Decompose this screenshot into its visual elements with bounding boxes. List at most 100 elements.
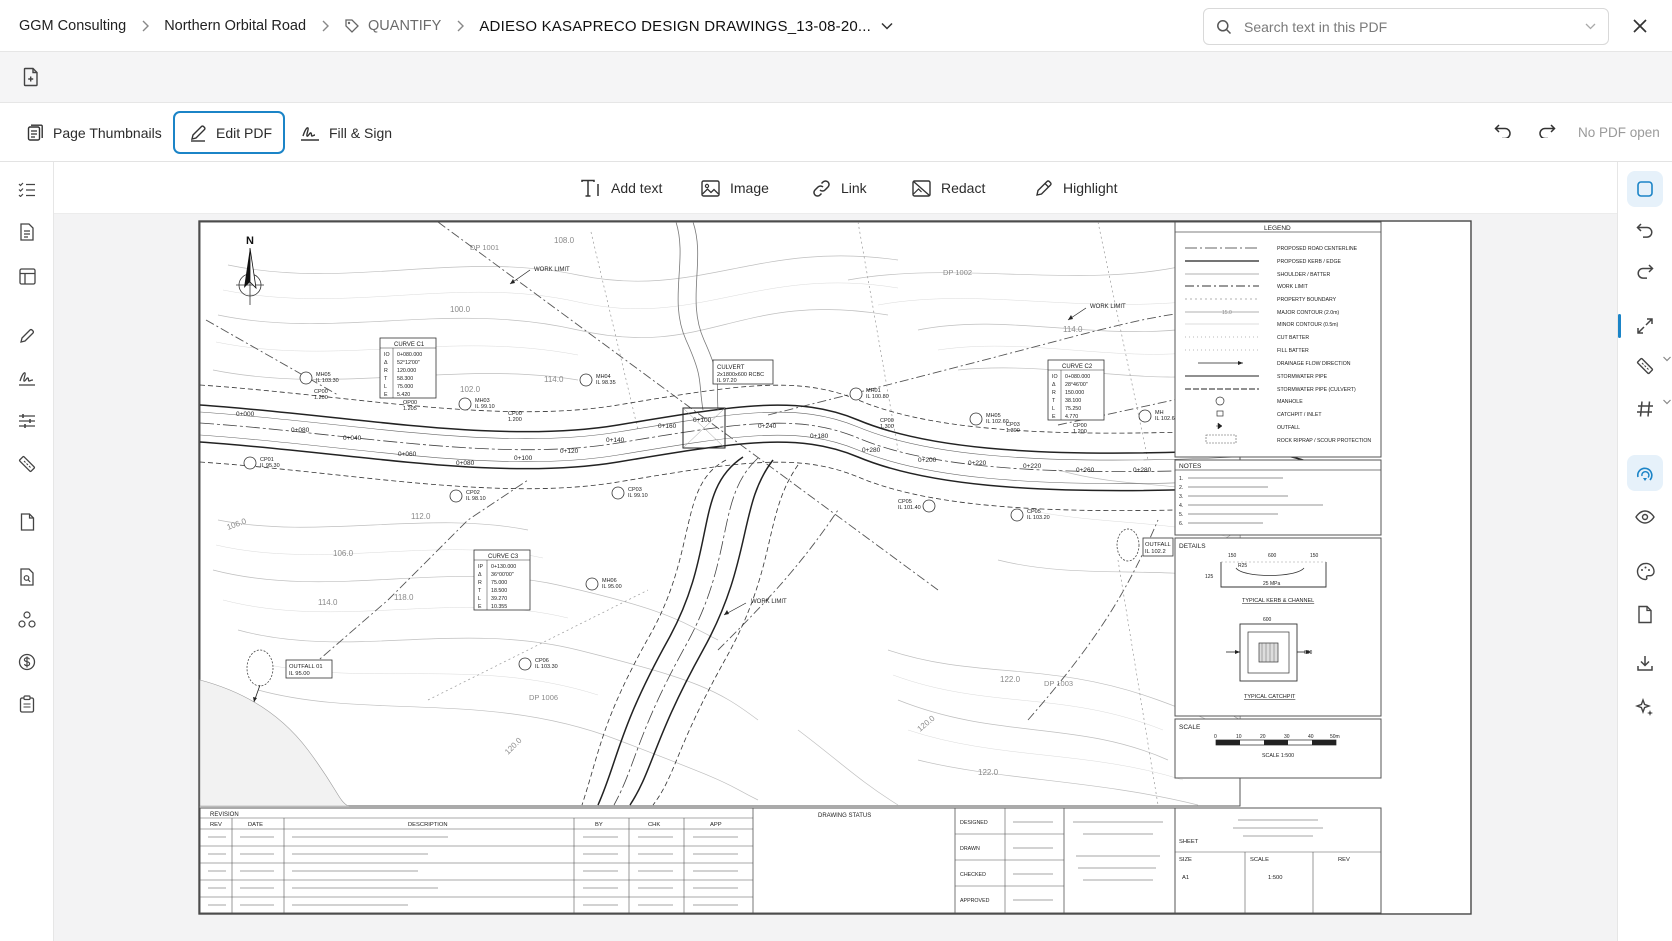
signature-icon[interactable]: [17, 368, 37, 388]
work-limit-label: WORK LIMIT: [1090, 304, 1126, 310]
title-scale-value: 1:500: [1268, 875, 1283, 881]
legend-entry: MANHOLE: [1277, 399, 1303, 405]
image-button[interactable]: Image: [701, 162, 769, 214]
clipboard-icon[interactable]: [17, 694, 37, 714]
sparkle-icon[interactable]: [1634, 697, 1656, 719]
scale-tick: 50m: [1330, 734, 1340, 740]
pen-icon: [189, 124, 207, 142]
contour-label: 118.0: [394, 593, 414, 602]
file-icon[interactable]: [1634, 603, 1656, 625]
tag-icon: [344, 18, 360, 34]
note-number: 1.: [1179, 476, 1183, 482]
chevron-down-icon[interactable]: [1585, 23, 1596, 30]
main-toolbar: Page Thumbnails Edit PDF Fill & Sign No …: [0, 103, 1672, 162]
checklist-icon[interactable]: [17, 179, 37, 199]
curve-key: E: [478, 604, 482, 610]
legend-entry: ROCK RIPRAP / SCOUR PROTECTION: [1277, 438, 1371, 444]
curve-title: CURVE C3: [488, 554, 519, 560]
legend-entry: MAJOR CONTOUR (2.0m): [1277, 310, 1339, 316]
curve-value: 52°12'00": [397, 360, 420, 366]
chainage-label: 0+000: [236, 411, 255, 418]
redact-button[interactable]: Redact: [912, 162, 985, 214]
breadcrumb-project[interactable]: Northern Orbital Road: [164, 18, 306, 34]
curve-value: 39.270: [491, 596, 507, 602]
curve-key: E: [384, 392, 388, 398]
search-box[interactable]: Search text in this PDF: [1203, 8, 1609, 45]
revision-header: REV: [210, 822, 222, 828]
undo-icon[interactable]: [1634, 219, 1656, 241]
curve-value: 0+130.000: [491, 564, 516, 570]
chainage-label: 0+100: [514, 455, 533, 462]
edit-pdf-button[interactable]: Edit PDF: [173, 111, 285, 154]
ruler-icon[interactable]: [17, 454, 37, 474]
scale-tick: 10: [1236, 734, 1242, 740]
notes-title: NOTES: [1179, 463, 1202, 470]
redo-button[interactable]: [1538, 122, 1556, 138]
eye-icon[interactable]: [1634, 506, 1656, 528]
curve-value: 58.300: [397, 376, 413, 382]
contour-label: 122.0: [1000, 675, 1021, 684]
curve-key: Δ: [478, 572, 482, 578]
curve-value: 10.355: [491, 604, 507, 610]
download-icon[interactable]: [1634, 652, 1656, 674]
search-icon: [1216, 19, 1232, 35]
highlighter-icon: [1034, 179, 1053, 198]
curve-key: IO: [384, 352, 390, 358]
revision-header: CHK: [648, 822, 660, 828]
curve-value: 150.000: [1065, 390, 1084, 396]
curve-key: R: [1052, 390, 1056, 396]
chevron-down-icon[interactable]: [1662, 355, 1672, 363]
revision-title: REVISION: [210, 812, 239, 818]
pencil-icon[interactable]: [17, 325, 37, 345]
curve-value: 36°00'00": [491, 572, 514, 578]
structure-il: IL 99.10: [475, 404, 495, 410]
layout-icon[interactable]: [17, 266, 37, 286]
chainage-label: 0+080: [456, 460, 475, 467]
dp-label: DP 1001: [470, 243, 499, 252]
structure-il: 1.200: [1073, 429, 1087, 435]
redact-label: Redact: [941, 180, 986, 196]
expand-icon[interactable]: [1634, 315, 1656, 337]
structure-il: 1.205: [403, 406, 417, 412]
curve-value: 38.100: [1065, 398, 1081, 404]
curve-value: 75.000: [397, 384, 413, 390]
chainage-label: 0+200: [918, 457, 937, 464]
breadcrumb-document[interactable]: ADIESO KASAPRECO DESIGN DRAWINGS_13-08-2…: [479, 18, 893, 35]
dollar-icon[interactable]: [17, 652, 37, 672]
curve-value: 75.000: [491, 580, 507, 586]
page-icon[interactable]: [17, 512, 37, 532]
sliders-icon[interactable]: [17, 411, 37, 431]
fill-sign-button[interactable]: Fill & Sign: [300, 111, 392, 154]
breadcrumb-org[interactable]: GGM Consulting: [19, 18, 126, 34]
dp-label: DP 1006: [529, 693, 558, 702]
breadcrumb-module[interactable]: QUANTIFY: [344, 18, 441, 34]
measure-icon[interactable]: [1634, 355, 1656, 377]
search-input[interactable]: Search text in this PDF: [1244, 19, 1585, 35]
add-text-button[interactable]: Add text: [581, 162, 662, 214]
legend-entry: STORMWATER PIPE: [1277, 374, 1328, 380]
contour-label: 114.0: [544, 375, 564, 384]
select-tool-button[interactable]: [1627, 171, 1663, 207]
file-search-icon[interactable]: [17, 567, 37, 587]
curve-value: 120.000: [397, 368, 416, 374]
network-icon[interactable]: [17, 610, 37, 630]
area-tool-button[interactable]: [1627, 455, 1663, 491]
palette-icon[interactable]: [1634, 560, 1656, 582]
contour-label: 108.0: [554, 236, 575, 245]
highlight-button[interactable]: Highlight: [1034, 162, 1117, 214]
chevron-down-icon: [881, 22, 893, 30]
close-button[interactable]: [1630, 16, 1650, 36]
curve-key: E: [1052, 414, 1056, 420]
chevron-down-icon[interactable]: [1662, 398, 1672, 406]
document-icon[interactable]: [17, 222, 37, 242]
hash-icon[interactable]: [1634, 398, 1656, 420]
redo-icon[interactable]: [1634, 260, 1656, 282]
link-button[interactable]: Link: [812, 162, 867, 214]
image-label: Image: [730, 180, 769, 196]
undo-button[interactable]: [1494, 122, 1512, 138]
new-document-button[interactable]: [22, 67, 40, 87]
chainage-label: 0+220: [968, 460, 987, 467]
page-thumbnails-button[interactable]: Page Thumbnails: [26, 111, 162, 154]
legend-entry: STORMWATER PIPE (CULVERT): [1277, 387, 1356, 393]
redo-icon: [1539, 124, 1556, 138]
